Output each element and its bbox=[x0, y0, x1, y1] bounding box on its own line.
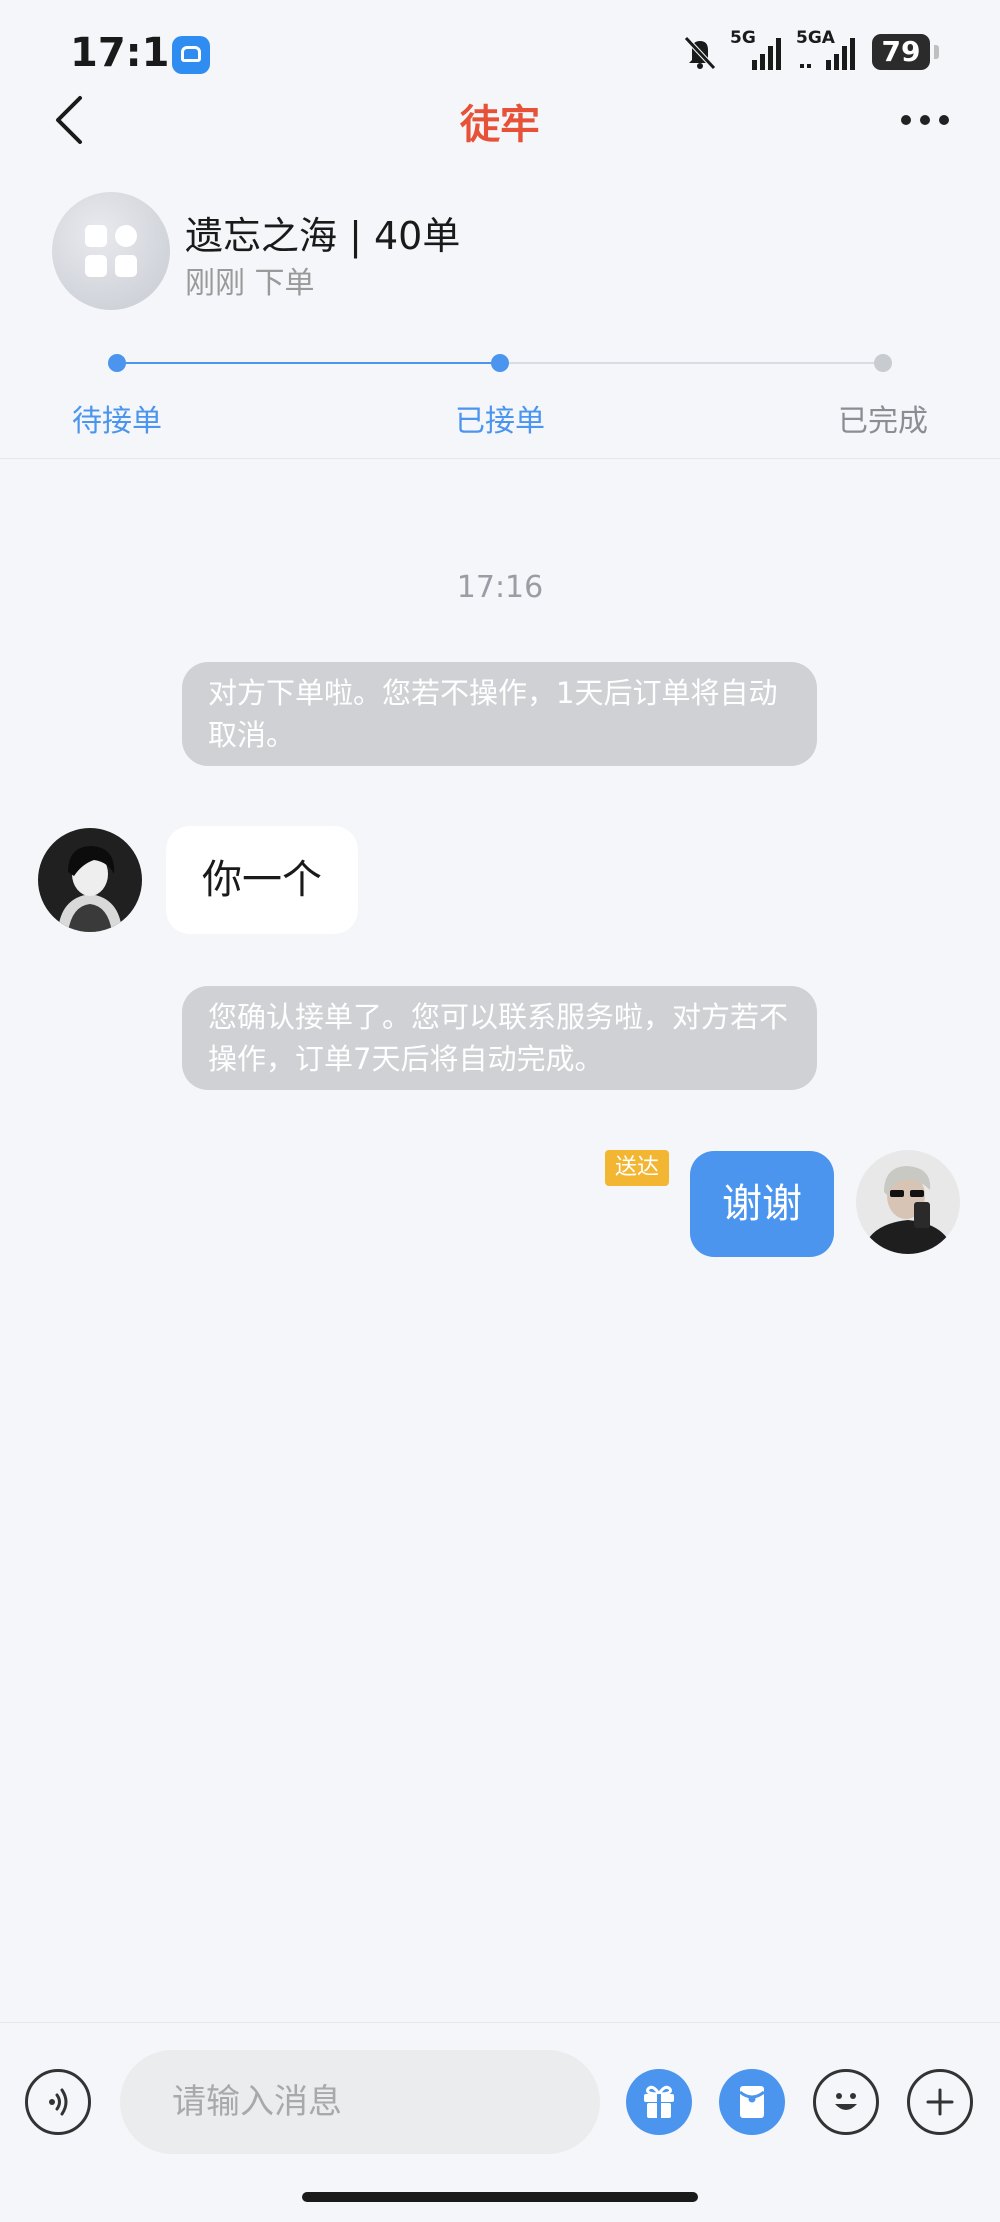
home-indicator bbox=[302, 2192, 698, 2202]
progress-dot-pending bbox=[108, 354, 126, 372]
signal-5g-icon: 5G bbox=[730, 28, 786, 74]
more-options-button[interactable] bbox=[890, 95, 960, 145]
plus-icon bbox=[926, 2088, 954, 2116]
gift-button[interactable] bbox=[626, 2069, 692, 2135]
progress-label-completed: 已完成 bbox=[838, 404, 928, 439]
emoji-button[interactable] bbox=[813, 2069, 879, 2135]
gift-icon bbox=[644, 2085, 674, 2118]
order-app-icon[interactable] bbox=[52, 192, 170, 310]
red-packet-button[interactable] bbox=[719, 2069, 785, 2135]
divider bbox=[0, 458, 1000, 459]
more-actions-button[interactable] bbox=[907, 2069, 973, 2135]
user-avatar[interactable] bbox=[856, 1150, 960, 1254]
incoming-message-bubble[interactable]: 你一个 bbox=[166, 826, 358, 934]
progress-label-pending: 待接单 bbox=[72, 404, 162, 439]
battery-indicator: 79 bbox=[872, 34, 939, 70]
progress-dot-completed bbox=[874, 354, 892, 372]
voice-icon bbox=[49, 2088, 68, 2116]
contact-avatar[interactable] bbox=[38, 828, 142, 932]
emoji-icon bbox=[835, 2093, 857, 2110]
app-notification-icon bbox=[172, 36, 210, 74]
more-dot-icon bbox=[901, 115, 911, 125]
red-packet-icon bbox=[739, 2086, 765, 2118]
order-title[interactable]: 遗忘之海 | 40单 bbox=[185, 205, 460, 260]
status-indicators: 5G 5GA 79 bbox=[680, 28, 939, 74]
order-subtitle: 刚刚 下单 bbox=[185, 266, 315, 301]
page-title: 徒牢 bbox=[460, 102, 540, 148]
signal-5ga-icon: 5GA bbox=[796, 28, 862, 74]
chat-time-divider: 17:16 bbox=[456, 570, 544, 605]
system-message: 对方下单啦。您若不操作，1天后订单将自动取消。 bbox=[182, 662, 817, 766]
more-dot-icon bbox=[939, 115, 949, 125]
progress-dot-accepted bbox=[491, 354, 509, 372]
outgoing-message-bubble[interactable]: 谢谢 bbox=[690, 1151, 834, 1257]
mute-bell-icon bbox=[684, 36, 716, 70]
system-message: 您确认接单了。您可以联系服务啦，对方若不操作，订单7天后将自动完成。 bbox=[182, 986, 817, 1090]
delivered-badge: 送达 bbox=[605, 1150, 670, 1186]
more-dot-icon bbox=[920, 115, 930, 125]
progress-label-accepted: 已接单 bbox=[455, 404, 545, 439]
message-input[interactable] bbox=[120, 2050, 600, 2154]
progress-fill bbox=[117, 362, 500, 364]
voice-input-button[interactable] bbox=[25, 2069, 91, 2135]
apps-grid-icon bbox=[85, 225, 137, 277]
